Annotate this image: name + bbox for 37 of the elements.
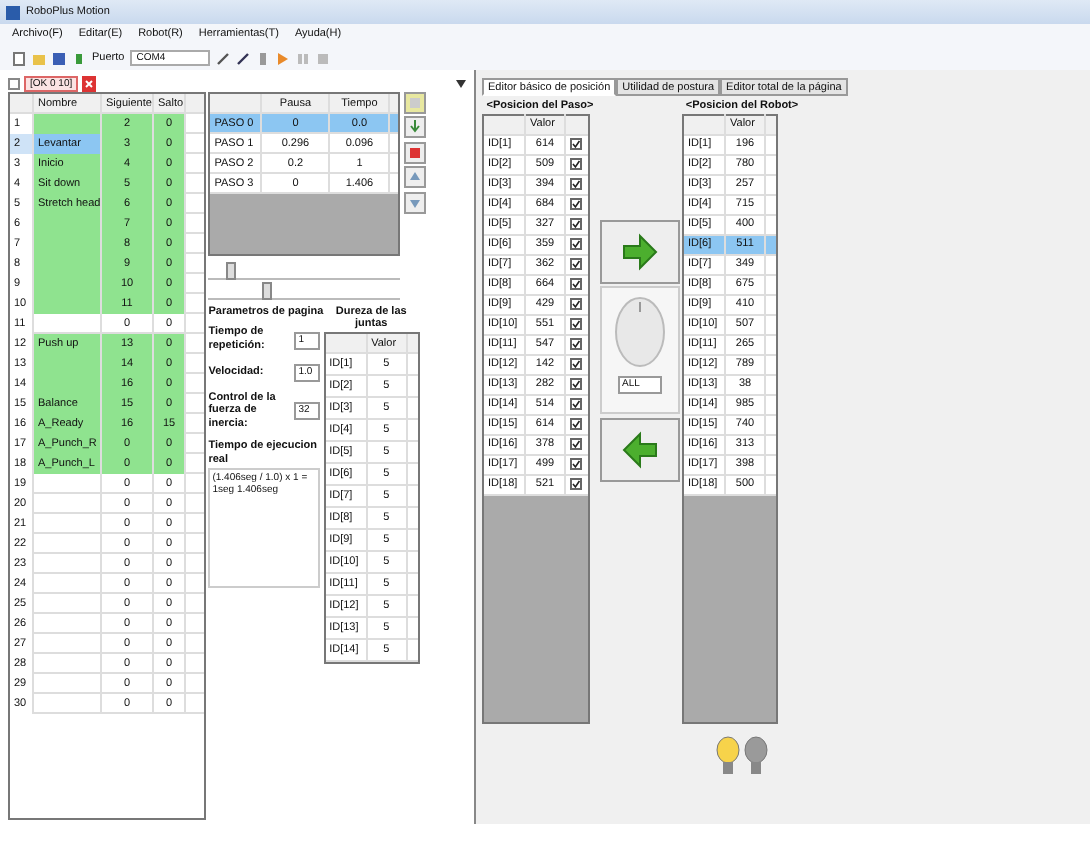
checkbox[interactable]: [570, 217, 582, 230]
checkbox[interactable]: [570, 437, 582, 450]
checkbox[interactable]: [570, 137, 582, 150]
checkbox[interactable]: [570, 297, 582, 310]
app-icon: [6, 5, 20, 19]
checkbox[interactable]: [570, 317, 582, 330]
arrow-button[interactable]: [600, 417, 680, 482]
checkbox[interactable]: [570, 457, 582, 470]
new-file-icon[interactable]: [12, 51, 26, 65]
slider-track[interactable]: [208, 282, 401, 301]
slider-track[interactable]: [208, 261, 401, 280]
checkbox[interactable]: [570, 197, 582, 210]
checkbox[interactable]: [570, 377, 582, 390]
checkbox[interactable]: [570, 357, 582, 370]
save-icon[interactable]: [52, 51, 66, 65]
caret-icon[interactable]: [456, 79, 466, 87]
checkbox[interactable]: [570, 337, 582, 350]
arrow-button[interactable]: [600, 220, 680, 284]
checkbox[interactable]: [570, 157, 582, 170]
checkbox[interactable]: [570, 237, 582, 250]
checkbox[interactable]: [570, 257, 582, 270]
delete-icon: [405, 143, 424, 162]
close-icon[interactable]: [82, 75, 97, 91]
step-tool-button[interactable]: [403, 116, 426, 139]
arrow-right-icon: [618, 230, 662, 274]
step-tool-button[interactable]: [403, 191, 426, 213]
checkbox[interactable]: [570, 397, 582, 410]
arrow-left-icon: [618, 427, 662, 472]
slider-thumb[interactable]: [226, 261, 237, 280]
checkbox[interactable]: [570, 477, 582, 490]
step-tool-button[interactable]: [403, 141, 426, 164]
checkbox[interactable]: [570, 417, 582, 430]
download-icon: [405, 118, 424, 137]
slider-thumb[interactable]: [261, 282, 272, 301]
checkbox[interactable]: [570, 277, 582, 290]
checkbox[interactable]: [570, 177, 582, 190]
step-tool-button[interactable]: [403, 166, 426, 189]
